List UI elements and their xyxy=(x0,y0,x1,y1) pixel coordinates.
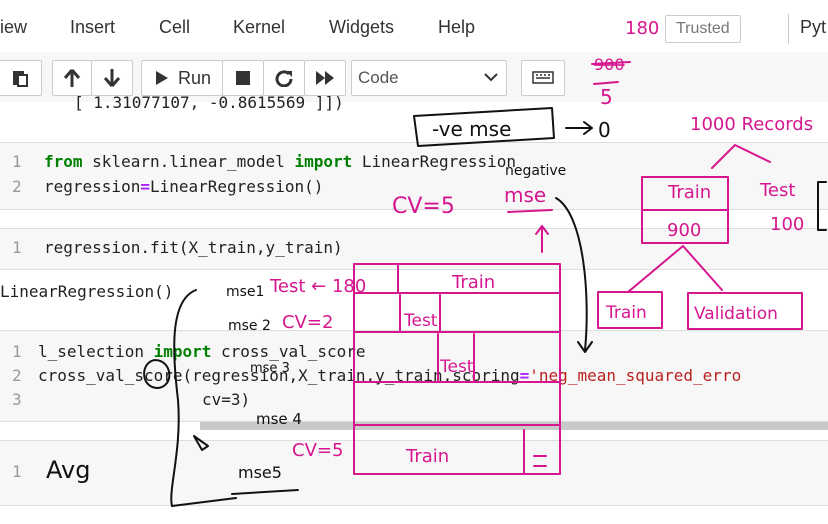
annotation-avg: Avg xyxy=(46,456,90,484)
annotation-900-box: 900 xyxy=(667,220,701,241)
annotation-negative: negative xyxy=(505,163,566,179)
arrow-down-icon xyxy=(555,197,593,353)
bracket-brace xyxy=(170,289,237,507)
annotation-5: 5 xyxy=(600,85,613,109)
annotation-test-fold3: Test xyxy=(439,357,474,377)
annotation-validation: Validation xyxy=(694,304,778,324)
circle-mark xyxy=(143,359,171,389)
annotation-zero: 0 xyxy=(598,118,611,142)
annotation-overlay: 180 900 5 -ve mse 0 1000 Records Train 9… xyxy=(46,18,827,507)
annotation-train-fold1: Train xyxy=(451,272,495,293)
annotation-train-fold5: Train xyxy=(405,446,449,467)
underline xyxy=(231,489,299,495)
annotation-100: 100 xyxy=(770,214,804,235)
annotation-test: Test xyxy=(759,180,795,201)
annotation-cv5: CV=5 xyxy=(392,194,455,219)
annotation-test-fold2: Test xyxy=(403,311,438,331)
annotation-test-180: Test ← 180 xyxy=(269,276,366,297)
annotation-mse2: mse 2 xyxy=(228,318,271,334)
annotation-mse3: mse 3 xyxy=(250,361,290,376)
annotation-train-split: Train xyxy=(605,303,647,323)
annotation-mse5: mse5 xyxy=(238,463,282,482)
arrow-icon xyxy=(565,121,593,135)
annotation-mse4: mse 4 xyxy=(256,410,302,428)
annotation-180: 180 xyxy=(625,18,659,39)
annotation-records: 1000 Records xyxy=(690,114,813,135)
annotation-train: Train xyxy=(667,182,711,203)
tree-branch xyxy=(711,144,771,169)
test-marker xyxy=(533,455,547,467)
arrow-up-icon xyxy=(535,225,549,253)
annotation-cv2: CV=2 xyxy=(282,312,333,333)
pencil-cursor-icon xyxy=(193,435,209,451)
annotation-cv5b: CV=5 xyxy=(292,440,343,461)
underline xyxy=(507,209,553,213)
annotation-ve-mse: -ve mse xyxy=(432,117,511,141)
underline xyxy=(593,81,619,85)
annotation-mse1: mse1 xyxy=(226,284,264,300)
bracket-mark xyxy=(817,181,827,231)
tree-branch xyxy=(627,245,723,293)
annotation-mse: mse xyxy=(504,183,546,207)
